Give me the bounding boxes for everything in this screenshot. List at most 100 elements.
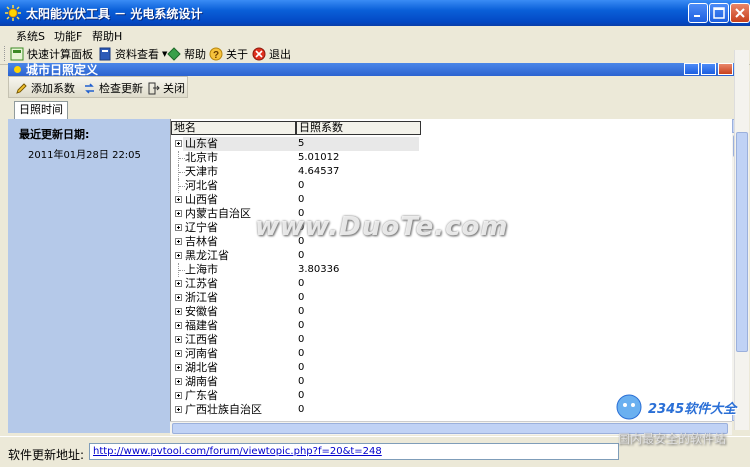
cell-sunshine-coef: 0: [298, 362, 305, 373]
table-row[interactable]: 浙江省 0: [171, 291, 731, 305]
watermark-duote: www.DuoTe.com: [255, 212, 509, 242]
table-row[interactable]: 黑龙江省 0: [171, 249, 731, 263]
table-row[interactable]: 山西省 0: [171, 193, 731, 207]
help-label: 帮助: [184, 48, 206, 61]
cell-place-name: 黑龙江省: [185, 249, 229, 262]
child-maximize-button[interactable]: [701, 63, 716, 75]
column-header-place[interactable]: 地名: [171, 121, 296, 135]
door-exit-icon: [148, 82, 160, 94]
expand-plus-icon[interactable]: [175, 280, 182, 287]
table-row[interactable]: 上海市 3.80336: [171, 263, 731, 277]
about-button[interactable]: ? 关于: [209, 46, 248, 62]
expand-plus-icon[interactable]: [175, 238, 182, 245]
close-child-label: 关闭: [163, 82, 185, 95]
window-title: 太阳能光伏工具 － 光电系统设计: [26, 7, 203, 21]
expand-plus-icon[interactable]: [175, 378, 182, 385]
cell-sunshine-coef: 4.64537: [298, 166, 340, 177]
cell-place-name: 河南省: [185, 347, 218, 360]
cell-sunshine-coef: 0: [298, 404, 305, 415]
maximize-button[interactable]: [709, 3, 729, 23]
update-url-field[interactable]: http://www.pvtool.com/forum/viewtopic.ph…: [89, 443, 619, 460]
resources-dropdown[interactable]: 资料查看 ▼: [98, 46, 167, 62]
cell-place-name: 广东省: [185, 389, 218, 402]
column-header-coef[interactable]: 日照系数: [296, 121, 421, 135]
menu-help[interactable]: 帮助H: [92, 28, 122, 44]
expand-plus-icon[interactable]: [175, 140, 182, 147]
question-icon: ?: [209, 47, 223, 61]
last-update-label: 最近更新日期:: [19, 128, 90, 141]
cell-sunshine-coef: 0: [298, 194, 305, 205]
table-row[interactable]: 湖北省 0: [171, 361, 731, 375]
child-close-button[interactable]: [718, 63, 733, 75]
table-row[interactable]: 江西省 0: [171, 333, 731, 347]
tab-sunshine-time[interactable]: 日照时间: [14, 101, 68, 119]
svg-text:?: ?: [213, 50, 219, 61]
cell-place-name: 天津市: [185, 165, 218, 178]
table-row[interactable]: 安徽省 0: [171, 305, 731, 319]
cell-place-name: 浙江省: [185, 291, 218, 304]
expand-plus-icon[interactable]: [175, 392, 182, 399]
cell-place-name: 广西壮族自治区: [185, 403, 262, 416]
toolbar-grip[interactable]: [4, 46, 7, 61]
expand-plus-icon[interactable]: [175, 224, 182, 231]
table-row[interactable]: 江苏省 0: [171, 277, 731, 291]
expand-plus-icon[interactable]: [175, 196, 182, 203]
cell-place-name: 湖北省: [185, 361, 218, 374]
cell-place-name: 辽宁省: [185, 221, 218, 234]
badge-subtitle: 国内最安全的软件站: [618, 432, 727, 446]
menu-system[interactable]: 系统S: [16, 28, 45, 44]
cell-sunshine-coef: 0: [298, 348, 305, 359]
check-update-label: 检查更新: [99, 82, 143, 95]
expand-plus-icon[interactable]: [175, 252, 182, 259]
outer-vertical-scrollbar[interactable]: [734, 50, 749, 430]
expand-plus-icon[interactable]: [175, 308, 182, 315]
cell-place-name: 江苏省: [185, 277, 218, 290]
child-minimize-button[interactable]: [684, 63, 699, 75]
title-bar: 太阳能光伏工具 － 光电系统设计: [0, 0, 750, 26]
expand-plus-icon[interactable]: [175, 210, 182, 217]
table-row[interactable]: 山东省 5: [171, 137, 731, 151]
sunshine-coef-grid[interactable]: 地名 日照系数 山东省 5 北京市 5.01012 天津市 4.64537 河北省 0 山西省 0…: [170, 119, 733, 421]
menu-bar: 系统S 功能F 帮助H: [0, 26, 750, 43]
cell-sunshine-coef: 0: [298, 320, 305, 331]
close-child-button[interactable]: 关闭: [147, 80, 185, 96]
table-row[interactable]: 天津市 4.64537: [171, 165, 731, 179]
child-title-bar: 城市日照定义: [8, 63, 746, 76]
update-url-label: 软件更新地址:: [8, 448, 85, 462]
cell-place-name: 江西省: [185, 333, 218, 346]
add-coef-button[interactable]: 添加系数: [15, 80, 75, 96]
expand-plus-icon[interactable]: [175, 336, 182, 343]
table-row[interactable]: 湖南省 0: [171, 375, 731, 389]
quick-calc-button[interactable]: 快速计算面板: [10, 46, 93, 62]
expand-plus-icon[interactable]: [175, 406, 182, 413]
cell-place-name: 吉林省: [185, 235, 218, 248]
sun-icon: [14, 66, 21, 73]
maximize-icon: [713, 7, 725, 19]
update-url-link[interactable]: http://www.pvtool.com/forum/viewtopic.ph…: [93, 446, 382, 457]
expand-plus-icon[interactable]: [175, 350, 182, 357]
table-row[interactable]: 福建省 0: [171, 319, 731, 333]
resources-label: 资料查看: [115, 48, 159, 61]
outer-scroll-thumb[interactable]: [736, 132, 748, 352]
close-icon: [735, 8, 745, 18]
expand-plus-icon[interactable]: [175, 322, 182, 329]
help-button[interactable]: 帮助: [167, 46, 206, 62]
table-row[interactable]: 河北省 0: [171, 179, 731, 193]
cell-sunshine-coef: 3.80336: [298, 264, 340, 275]
exit-button[interactable]: 退出: [252, 46, 291, 62]
last-update-value: 2011年01月28日 22:05: [28, 150, 141, 161]
menu-function[interactable]: 功能F: [54, 28, 82, 44]
check-update-button[interactable]: 检查更新: [83, 80, 143, 96]
cell-place-name: 内蒙古自治区: [185, 207, 251, 220]
expand-plus-icon[interactable]: [175, 364, 182, 371]
sun-icon: [5, 5, 21, 21]
expand-plus-icon[interactable]: [175, 294, 182, 301]
badge-title: 2345软件大全: [648, 402, 737, 417]
table-row[interactable]: 北京市 5.01012: [171, 151, 731, 165]
table-row[interactable]: 河南省 0: [171, 347, 731, 361]
cell-sunshine-coef: 0: [298, 278, 305, 289]
close-window-button[interactable]: [730, 3, 750, 23]
child-window-title: 城市日照定义: [26, 63, 99, 76]
child-toolbar: 添加系数 检查更新 关闭: [8, 76, 188, 98]
minimize-button[interactable]: [688, 3, 708, 23]
